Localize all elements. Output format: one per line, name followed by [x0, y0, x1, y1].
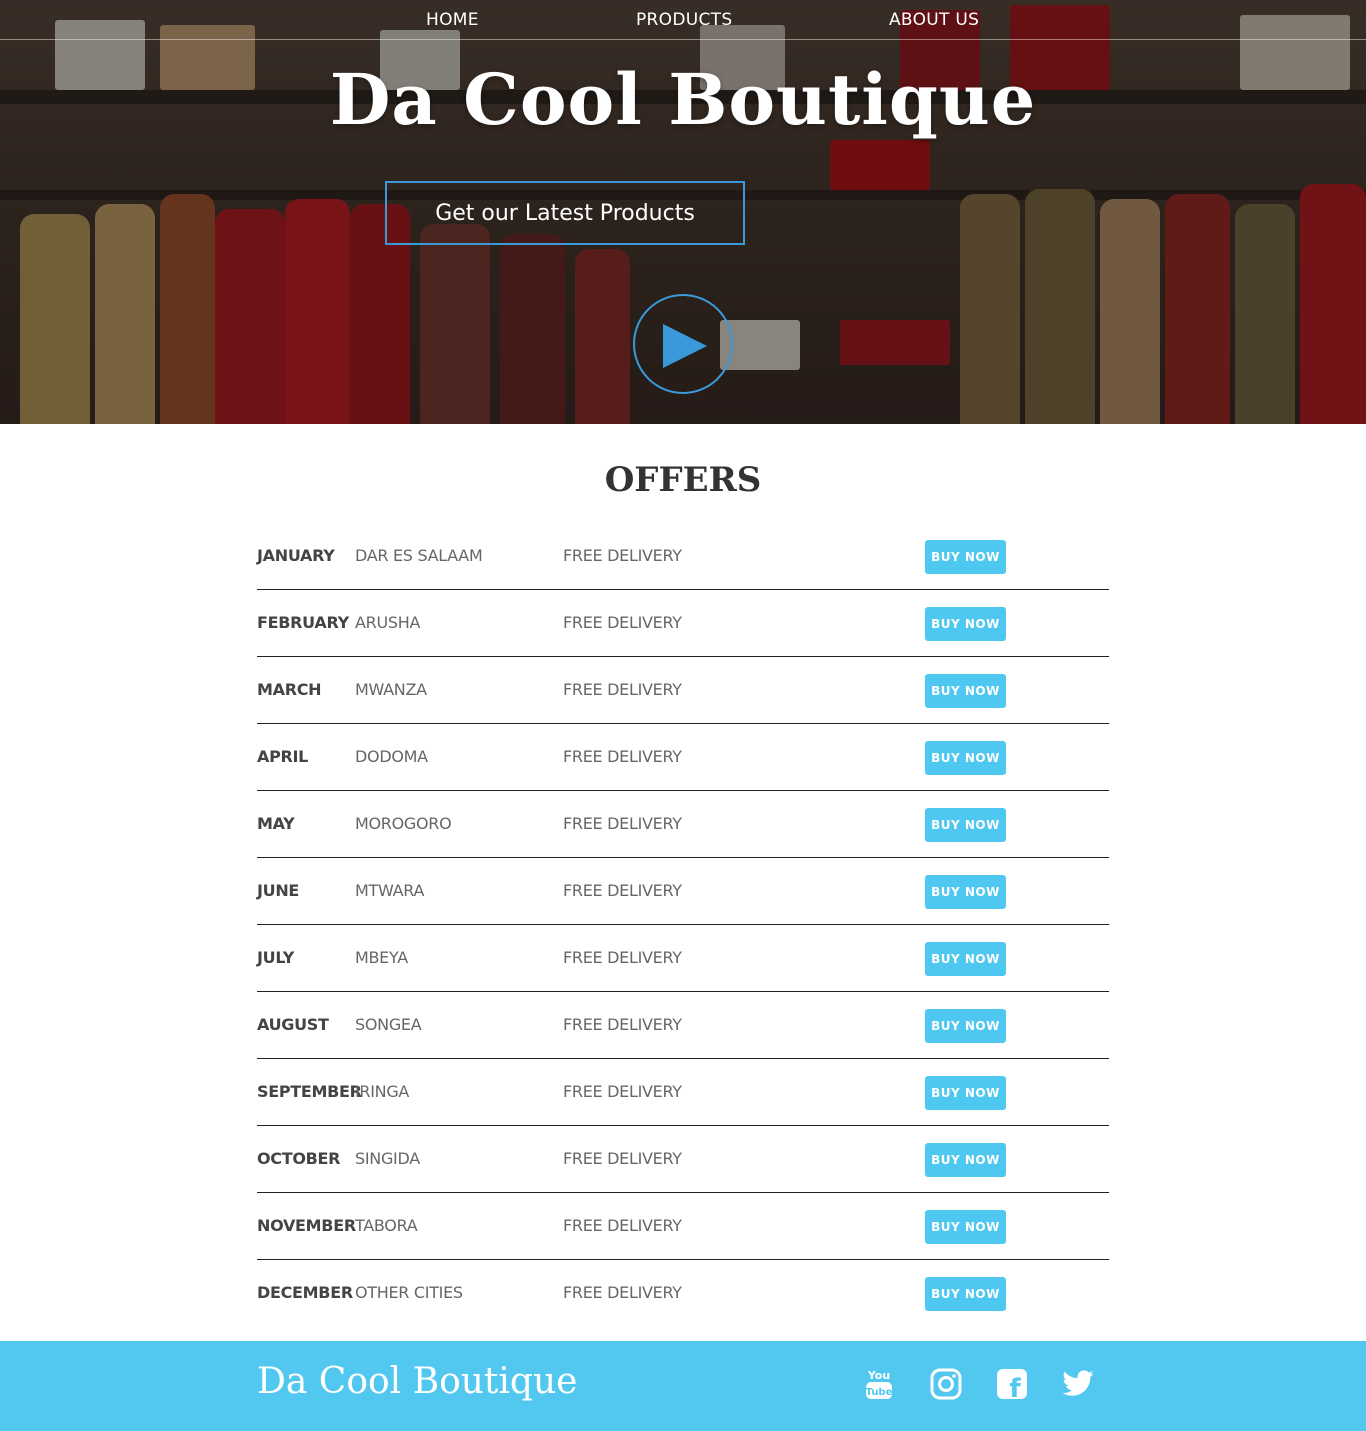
offer-row: JANUARY DAR ES SALAAM FREE DELIVERY BUY … [257, 523, 1109, 590]
offer-deal: FREE DELIVERY [563, 680, 682, 699]
offer-deal: FREE DELIVERY [563, 546, 682, 565]
buy-now-button[interactable]: BUY NOW [925, 674, 1006, 708]
svg-text:f: f [1009, 1374, 1021, 1401]
offer-deal: FREE DELIVERY [563, 1082, 682, 1101]
offer-row: NOVEMBER TABORA FREE DELIVERY BUY NOW [257, 1193, 1109, 1260]
buy-now-button[interactable]: BUY NOW [925, 1076, 1006, 1110]
buy-now-button[interactable]: BUY NOW [925, 1277, 1006, 1311]
offer-deal: FREE DELIVERY [563, 948, 682, 967]
offer-row: MARCH MWANZA FREE DELIVERY BUY NOW [257, 657, 1109, 724]
offer-row: OCTOBER SINGIDA FREE DELIVERY BUY NOW [257, 1126, 1109, 1193]
svg-text:Tube: Tube [866, 1387, 893, 1398]
offer-deal: FREE DELIVERY [563, 1216, 682, 1235]
offer-month: SEPTEMBER [257, 1082, 362, 1101]
facebook-icon[interactable]: f [995, 1367, 1029, 1404]
offer-deal: FREE DELIVERY [563, 747, 682, 766]
buy-now-button[interactable]: BUY NOW [925, 540, 1006, 574]
twitter-icon[interactable] [1061, 1367, 1095, 1401]
svg-text:You: You [867, 1369, 890, 1382]
offers-table: JANUARY DAR ES SALAAM FREE DELIVERY BUY … [257, 523, 1109, 1327]
offer-month: NOVEMBER [257, 1216, 356, 1235]
buy-now-button[interactable]: BUY NOW [925, 1210, 1006, 1244]
buy-now-button[interactable]: BUY NOW [925, 741, 1006, 775]
offer-row: APRIL DODOMA FREE DELIVERY BUY NOW [257, 724, 1109, 791]
play-icon [663, 324, 707, 368]
offer-row: DECEMBER OTHER CITIES FREE DELIVERY BUY … [257, 1260, 1109, 1327]
youtube-icon[interactable]: You Tube [862, 1367, 896, 1401]
offer-city: SONGEA [355, 1015, 422, 1034]
offer-city: SINGIDA [355, 1149, 420, 1168]
offers-heading: OFFERS [604, 460, 762, 500]
play-video-button[interactable] [633, 294, 733, 394]
top-nav: HOME PRODUCTS ABOUT US [0, 0, 1366, 40]
offer-month: OCTOBER [257, 1149, 341, 1168]
offer-row: SEPTEMBER IRINGA FREE DELIVERY BUY NOW [257, 1059, 1109, 1126]
nav-home[interactable]: HOME [426, 10, 479, 30]
offer-month: JUNE [257, 881, 300, 900]
offer-month: MARCH [257, 680, 322, 699]
buy-now-button[interactable]: BUY NOW [925, 875, 1006, 909]
nav-about-us[interactable]: ABOUT US [889, 10, 979, 30]
offer-month: JANUARY [257, 546, 335, 565]
offer-month: JULY [257, 948, 295, 967]
offer-deal: FREE DELIVERY [563, 1283, 682, 1302]
offer-deal: FREE DELIVERY [563, 814, 682, 833]
buy-now-button[interactable]: BUY NOW [925, 1143, 1006, 1177]
offer-city: MWANZA [355, 680, 427, 699]
site-title: Da Cool Boutique [329, 58, 1037, 141]
offer-deal: FREE DELIVERY [563, 1149, 682, 1168]
offer-city: MBEYA [355, 948, 408, 967]
offer-city: ARUSHA [355, 613, 421, 632]
offer-deal: FREE DELIVERY [563, 613, 682, 632]
offer-deal: FREE DELIVERY [563, 881, 682, 900]
offer-row: FEBRUARY ARUSHA FREE DELIVERY BUY NOW [257, 590, 1109, 657]
offer-city: OTHER CITIES [355, 1283, 463, 1302]
site-footer: Da Cool Boutique You Tube f [0, 1341, 1366, 1431]
buy-now-button[interactable]: BUY NOW [925, 1009, 1006, 1043]
nav-products[interactable]: PRODUCTS [636, 10, 732, 30]
offer-city: TABORA [355, 1216, 418, 1235]
offer-row: MAY MOROGORO FREE DELIVERY BUY NOW [257, 791, 1109, 858]
offer-city: DAR ES SALAAM [355, 546, 483, 565]
offer-city: MOROGORO [355, 814, 452, 833]
footer-brand: Da Cool Boutique [257, 1361, 578, 1402]
offer-month: FEBRUARY [257, 613, 349, 632]
buy-now-button[interactable]: BUY NOW [925, 808, 1006, 842]
offer-deal: FREE DELIVERY [563, 1015, 682, 1034]
offer-row: JULY MBEYA FREE DELIVERY BUY NOW [257, 925, 1109, 992]
offer-month: APRIL [257, 747, 309, 766]
offer-row: JUNE MTWARA FREE DELIVERY BUY NOW [257, 858, 1109, 925]
buy-now-button[interactable]: BUY NOW [925, 942, 1006, 976]
offer-city: IRINGA [355, 1082, 410, 1101]
offer-month: MAY [257, 814, 295, 833]
offer-city: MTWARA [355, 881, 425, 900]
offer-city: DODOMA [355, 747, 428, 766]
hero-banner: HOME PRODUCTS ABOUT US Da Cool Boutique … [0, 0, 1366, 424]
instagram-icon[interactable] [929, 1367, 963, 1401]
offer-month: DECEMBER [257, 1283, 353, 1302]
latest-products-button[interactable]: Get our Latest Products [385, 181, 745, 245]
offer-row: AUGUST SONGEA FREE DELIVERY BUY NOW [257, 992, 1109, 1059]
buy-now-button[interactable]: BUY NOW [925, 607, 1006, 641]
offer-month: AUGUST [257, 1015, 329, 1034]
